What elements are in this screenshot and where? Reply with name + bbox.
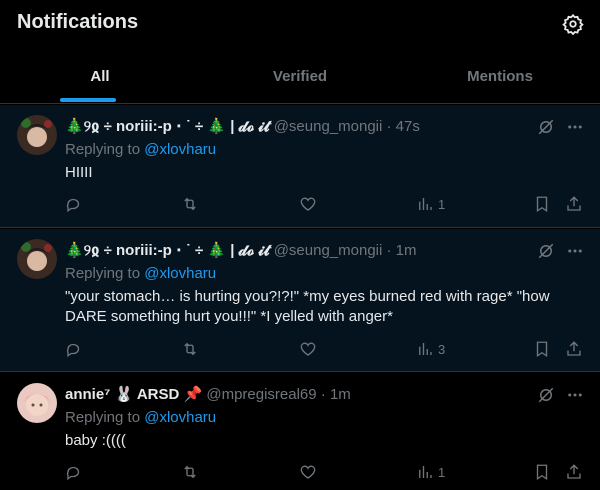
bookmark-icon	[536, 464, 548, 481]
reply-button[interactable]	[65, 195, 83, 213]
like-button[interactable]	[299, 195, 317, 213]
notification-tweet[interactable]: annie⁷ 🐰 ARSD 📌 @mpregisreal69 · 1m Repl…	[0, 373, 600, 490]
display-name[interactable]: 🎄୨ჲ ÷ noriii:-p ⋅ ˙ ÷ 🎄 | 𝓭𝓸 𝓲𝓽	[65, 118, 270, 135]
tweet-actions: 1	[0, 195, 600, 215]
retweet-icon	[184, 465, 196, 479]
user-handle[interactable]: @mpregisreal69	[206, 386, 316, 403]
views-count: 1	[438, 196, 446, 212]
bookmark-button[interactable]	[533, 340, 551, 358]
heart-icon	[300, 197, 316, 211]
retweet-icon	[184, 197, 196, 211]
heart-icon	[300, 465, 316, 479]
views-count: 3	[438, 341, 446, 357]
tweet-text: HIIII	[65, 164, 93, 181]
share-icon	[567, 464, 581, 479]
timestamp[interactable]: · 1m	[321, 386, 351, 403]
tweet-actions: 1	[0, 463, 600, 483]
share-button[interactable]	[565, 340, 583, 358]
views-icon	[419, 198, 432, 210]
grok-icon[interactable]	[537, 242, 555, 260]
retweet-button[interactable]	[181, 195, 199, 213]
tweet-meta: 🎄୨ჲ ÷ noriii:-p ⋅ ˙ ÷ 🎄 | 𝓭𝓸 𝓲𝓽 @seung_m…	[65, 117, 420, 135]
views-count: 1	[438, 464, 446, 480]
retweet-button[interactable]	[181, 340, 199, 358]
timestamp[interactable]: · 1m	[387, 242, 417, 259]
mention-link[interactable]: @xlovharu	[144, 265, 216, 282]
views-button[interactable]: 1	[416, 195, 445, 213]
tweet-text: baby :((((	[65, 432, 126, 449]
grok-icon[interactable]	[537, 386, 555, 404]
share-button[interactable]	[565, 463, 583, 481]
tab-all[interactable]: All	[0, 53, 200, 103]
tab-verified[interactable]: Verified	[200, 53, 400, 103]
avatar[interactable]	[17, 239, 57, 279]
share-icon	[567, 341, 581, 356]
tab-mentions[interactable]: Mentions	[400, 53, 600, 103]
avatar[interactable]	[17, 115, 57, 155]
tab-label: All	[90, 68, 110, 85]
views-icon	[419, 343, 432, 355]
grok-icon[interactable]	[537, 118, 555, 136]
like-button[interactable]	[299, 463, 317, 481]
bookmark-button[interactable]	[533, 463, 551, 481]
more-icon[interactable]	[566, 242, 584, 260]
user-handle[interactable]: @seung_mongii	[274, 242, 383, 259]
bookmark-icon	[536, 196, 548, 213]
more-icon[interactable]	[566, 386, 584, 404]
reply-icon	[66, 343, 80, 358]
replying-to: Replying to @xlovharu	[65, 265, 216, 282]
tweet-meta: annie⁷ 🐰 ARSD 📌 @mpregisreal69 · 1m	[65, 385, 351, 403]
reply-button[interactable]	[65, 340, 83, 358]
reply-icon	[66, 466, 80, 481]
notification-tweet[interactable]: 🎄୨ჲ ÷ noriii:-p ⋅ ˙ ÷ 🎄 | 𝓭𝓸 𝓲𝓽 @seung_m…	[0, 229, 600, 372]
notifications-header: Notifications All Verified Mentions	[0, 0, 600, 104]
share-button[interactable]	[565, 195, 583, 213]
mention-link[interactable]: @xlovharu	[144, 409, 216, 426]
tweet-meta: 🎄୨ჲ ÷ noriii:-p ⋅ ˙ ÷ 🎄 | 𝓭𝓸 𝓲𝓽 @seung_m…	[65, 241, 417, 259]
bookmark-icon	[536, 341, 548, 358]
tab-label: Verified	[272, 68, 328, 85]
notification-tweet[interactable]: 🎄୨ჲ ÷ noriii:-p ⋅ ˙ ÷ 🎄 | 𝓭𝓸 𝓲𝓽 @seung_m…	[0, 105, 600, 228]
user-handle[interactable]: @seung_mongii	[274, 118, 383, 135]
views-icon	[419, 466, 432, 478]
mention-link[interactable]: @xlovharu	[144, 141, 216, 158]
display-name[interactable]: annie⁷ 🐰 ARSD 📌	[65, 386, 202, 403]
like-button[interactable]	[299, 340, 317, 358]
replying-prefix: Replying to	[65, 141, 141, 158]
page-title: Notifications	[17, 11, 139, 33]
replying-to: Replying to @xlovharu	[65, 141, 216, 158]
retweet-icon	[184, 342, 196, 356]
views-button[interactable]: 1	[416, 463, 445, 481]
views-button[interactable]: 3	[416, 340, 445, 358]
retweet-button[interactable]	[181, 463, 199, 481]
reply-button[interactable]	[65, 463, 83, 481]
display-name[interactable]: 🎄୨ჲ ÷ noriii:-p ⋅ ˙ ÷ 🎄 | 𝓭𝓸 𝓲𝓽	[65, 242, 270, 259]
avatar[interactable]	[17, 383, 57, 423]
tweet-text: "your stomach… is hurting you?!?!" *my e…	[65, 288, 550, 325]
replying-to: Replying to @xlovharu	[65, 409, 216, 426]
reply-icon	[66, 198, 80, 213]
heart-icon	[300, 342, 316, 356]
tab-bar: All Verified Mentions	[0, 53, 600, 103]
timestamp[interactable]: · 47s	[387, 118, 420, 135]
active-tab-indicator	[60, 98, 116, 102]
tab-label: Mentions	[467, 68, 533, 85]
more-icon[interactable]	[566, 118, 584, 136]
replying-prefix: Replying to	[65, 409, 141, 426]
bookmark-button[interactable]	[533, 195, 551, 213]
gear-icon[interactable]	[562, 13, 584, 35]
share-icon	[567, 196, 581, 211]
replying-prefix: Replying to	[65, 265, 141, 282]
tweet-actions: 3	[0, 340, 600, 360]
